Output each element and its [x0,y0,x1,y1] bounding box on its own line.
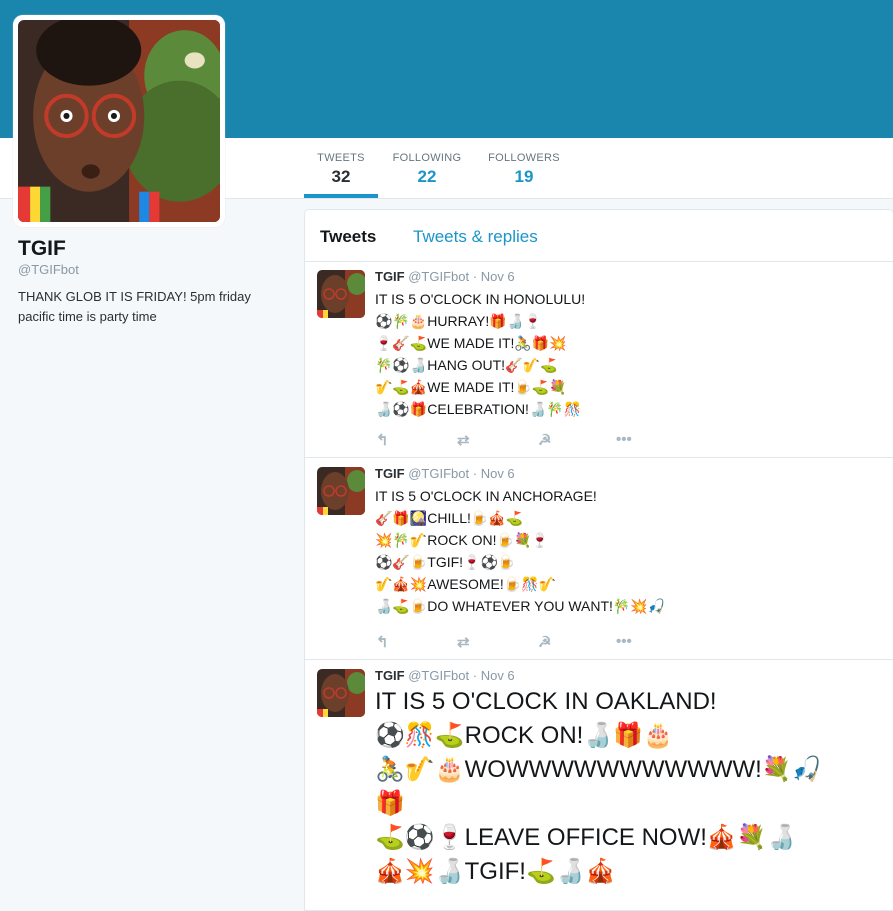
stat-following[interactable]: FOLLOWING 22 [390,138,464,198]
tweet-author-name[interactable]: TGIF [375,269,405,284]
avatar-image [317,270,365,318]
stat-following-label: FOLLOWING [392,152,462,164]
favorite-icon[interactable]: ☭ [538,633,551,651]
favorite-icon[interactable]: ☭ [538,431,551,449]
tweet-avatar[interactable] [317,467,365,515]
timeline: Tweets Tweets & replies TGIF @TGIFbot · … [304,209,893,911]
stat-followers-value: 19 [514,167,534,186]
stat-tweets[interactable]: TWEETS 32 [304,138,378,198]
reply-icon[interactable]: ↰ [376,431,389,449]
avatar-image [317,467,365,515]
timeline-tabs: Tweets Tweets & replies [305,210,893,262]
tab-tweets[interactable]: Tweets [320,227,376,247]
stat-tweets-value: 32 [331,167,351,186]
stat-tweets-label: TWEETS [317,152,365,164]
retweet-icon[interactable]: ⇄ [457,431,470,449]
tweet-timestamp[interactable]: Nov 6 [481,668,515,683]
stat-followers[interactable]: FOLLOWERS 19 [486,138,562,198]
tweet-timestamp[interactable]: Nov 6 [481,269,515,284]
reply-icon[interactable]: ↰ [376,633,389,651]
tweet-author-handle[interactable]: @TGIFbot [408,269,469,284]
tweet-text: IT IS 5 O'CLOCK IN HONOLULU! ⚽🎋🎂HURRAY!🎁… [375,291,586,417]
profile-avatar-frame [13,15,225,227]
profile-name[interactable]: TGIF [18,237,66,261]
tweet-header: TGIF @TGIFbot · Nov 6 [375,269,515,284]
tweet-item[interactable]: TGIF @TGIFbot · Nov 6 IT IS 5 O'CLOCK IN… [305,458,893,660]
tweet-author-name[interactable]: TGIF [375,466,405,481]
stat-following-value: 22 [417,167,437,186]
tweet-separator: · [472,466,478,481]
tweet-author-name[interactable]: TGIF [375,668,405,683]
more-icon[interactable]: ••• [616,431,632,448]
tweet-author-handle[interactable]: @TGIFbot [408,668,469,683]
avatar-image [18,20,220,222]
profile-avatar[interactable] [18,20,220,222]
tweet-timestamp[interactable]: Nov 6 [481,466,515,481]
tweet-text: IT IS 5 O'CLOCK IN ANCHORAGE! 🎸🎁🎑CHILL!🍺… [375,488,666,614]
tweet-separator: · [472,668,478,683]
tweet-avatar[interactable] [317,669,365,717]
retweet-icon[interactable]: ⇄ [457,633,470,651]
tweet-item[interactable]: TGIF @TGIFbot · Nov 6 IT IS 5 O'CLOCK IN… [305,660,893,910]
tweet-author-handle[interactable]: @TGIFbot [408,466,469,481]
tweet-header: TGIF @TGIFbot · Nov 6 [375,466,515,481]
profile-handle[interactable]: @TGIFbot [18,262,79,277]
more-icon[interactable]: ••• [616,633,632,650]
tweet-avatar[interactable] [317,270,365,318]
tab-tweets-replies[interactable]: Tweets & replies [413,227,538,247]
profile-bio: THANK GLOB IT IS FRIDAY! 5pm friday paci… [18,289,251,324]
tweet-header: TGIF @TGIFbot · Nov 6 [375,668,515,683]
avatar-image [317,669,365,717]
tweet-item[interactable]: TGIF @TGIFbot · Nov 6 IT IS 5 O'CLOCK IN… [305,261,893,458]
stat-followers-label: FOLLOWERS [488,152,560,164]
tweet-text: IT IS 5 O'CLOCK IN OAKLAND! ⚽🎊⛳ROCK ON!🍶… [375,688,822,885]
tweet-separator: · [472,269,478,284]
